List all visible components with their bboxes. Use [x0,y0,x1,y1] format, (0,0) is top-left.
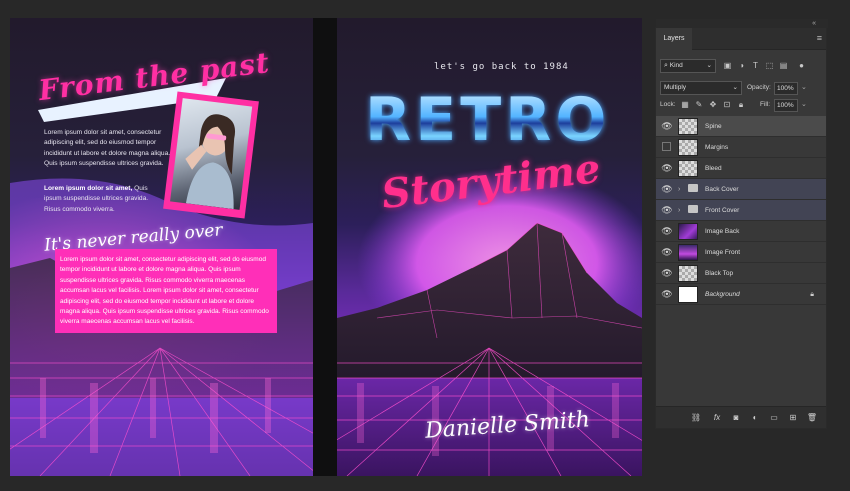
back-text-box: Lorem ipsum dolor sit amet, consectetur … [55,249,277,333]
photoshop-window: From the past Lorem ipsum dolor sit amet… [0,0,850,491]
layer-name: Image Back [705,228,740,235]
visibility-eye-icon[interactable]: 👁︎ [660,119,674,133]
layer-name: Background [705,291,740,298]
fx-icon[interactable]: fx [711,411,723,425]
layer-thumbnail [678,244,698,261]
layer-row-spine[interactable]: 👁︎ Spine [656,116,826,137]
visibility-eye-icon[interactable]: 👁︎ [660,182,674,196]
layers-bottom-toolbar: ⛓︎ fx ◙ ◐ ▭ ⊞ 🗑︎ [656,406,826,428]
visibility-eye-icon[interactable]: 👁︎ [660,287,674,301]
tab-layers[interactable]: Layers [656,28,692,50]
panel-menu-icon[interactable]: ≡ [817,33,822,43]
folder-icon [688,184,698,192]
document-canvas[interactable]: From the past Lorem ipsum dolor sit amet… [10,18,642,476]
filter-pixel-icon[interactable]: ▣ [722,59,733,72]
filter-type-icon[interactable]: T [750,59,761,72]
back-text-box-text: Lorem ipsum dolor sit amet, consectetur … [60,256,269,326]
front-title-retro: RETRO [365,85,611,155]
layer-thumbnail [678,139,698,156]
layer-lock-icon: 🔒︎ [810,291,814,298]
back-cover: From the past Lorem ipsum dolor sit amet… [10,18,313,476]
back-paragraph-1: Lorem ipsum dolor sit amet, consectetur … [44,129,171,168]
layer-row-black-top[interactable]: 👁︎ Black Top [656,263,826,284]
lock-move-icon[interactable]: ✥ [708,99,718,111]
spine [313,18,337,476]
layer-thumbnail [678,223,698,240]
expand-arrow-icon[interactable]: › [678,200,680,221]
folder-icon [688,205,698,213]
fill-input[interactable]: 100% [774,99,798,112]
fill-label: Fill: [760,101,771,108]
new-group-icon[interactable]: ▭ [768,411,780,425]
panel-tab-bar: Layers ≡ [656,28,826,50]
layer-name: Black Top [705,270,734,277]
fill-chevron-icon[interactable]: ⌄ [801,100,807,108]
layer-name: Front Cover [705,207,740,214]
link-layers-icon[interactable]: ⛓︎ [690,411,702,425]
layer-thumbnail [678,286,698,303]
collapse-panel-icon[interactable]: « [812,19,816,28]
add-mask-icon[interactable]: ◙ [730,411,742,425]
layer-row-image-front[interactable]: 👁︎ Image Front [656,242,826,263]
visibility-eye-icon[interactable]: 👁︎ [660,203,674,217]
new-layer-icon[interactable]: ⊞ [787,411,799,425]
blend-mode-select[interactable]: Multiply ⌄ [660,81,742,95]
expand-arrow-icon[interactable]: › [678,179,680,200]
layer-row-front-cover[interactable]: 👁︎ › Front Cover [656,200,826,221]
layer-thumbnail [678,118,698,135]
visibility-off-box[interactable] [662,142,671,151]
layer-thumbnail [678,160,698,177]
filter-kind-select[interactable]: ⌕ Kind ⌄ [660,59,716,73]
layer-name: Image Front [705,249,741,256]
opacity-label: Opacity: [747,84,771,91]
filter-kind-label: Kind [669,62,683,69]
chevron-down-icon: ⌄ [706,62,712,69]
back-photo-frame [163,91,259,219]
layer-thumbnail [678,265,698,282]
visibility-eye-icon[interactable]: 👁︎ [660,224,674,238]
opacity-chevron-icon[interactable]: ⌄ [801,83,807,91]
back-paragraph-2: Lorem ipsum dolor sit amet, Quis ipsum s… [44,184,166,215]
front-cover: let's go back to 1984 RETRO Storytime Da… [337,18,642,476]
lock-label: Lock: [660,101,676,108]
layer-row-margins[interactable]: Margins [656,137,826,158]
lock-artboard-icon[interactable]: ⊡ [722,99,732,111]
layers-panel: « Layers ≡ ⌕ Kind ⌄ ▣ ◑ T ⬚ ▤ ● Multiply… [655,19,828,429]
layer-row-bleed[interactable]: 👁︎ Bleed [656,158,826,179]
search-icon: ⌕ [664,62,668,69]
adjustment-layer-icon[interactable]: ◐ [749,411,761,425]
opacity-input[interactable]: 100% [774,82,798,95]
lock-brush-icon[interactable]: ✎ [694,99,704,111]
filter-adjustment-icon[interactable]: ◑ [736,59,747,72]
layer-name: Spine [705,123,722,130]
visibility-eye-icon[interactable]: 👁︎ [660,161,674,175]
filter-smart-object-icon[interactable]: ▤ [778,59,789,72]
woman-photo-image [185,114,235,210]
back-paragraph-2-bold: Lorem ipsum dolor sit amet, [44,185,133,192]
layer-name: Margins [705,144,729,151]
visibility-eye-icon[interactable]: 👁︎ [660,245,674,259]
layer-name: Bleed [705,165,722,172]
blend-mode-value: Multiply [664,84,687,91]
layer-row-background[interactable]: 👁︎ Background 🔒︎ [656,284,826,305]
filter-toggle-icon[interactable]: ● [796,59,807,72]
back-photo [170,98,253,210]
trash-icon[interactable]: 🗑︎ [806,411,818,425]
layer-name: Back Cover [705,186,739,193]
lock-all-icon[interactable]: 🔒︎ [736,99,746,111]
visibility-eye-icon[interactable]: 👁︎ [660,266,674,280]
front-tagline: let's go back to 1984 [434,62,569,72]
layer-row-image-back[interactable]: 👁︎ Image Back [656,221,826,242]
blend-chevron-down-icon: ⌄ [732,84,738,91]
panel-header-strip [656,19,828,28]
lock-transparent-icon[interactable]: ▦ [680,99,690,111]
layer-row-back-cover[interactable]: 👁︎ › Back Cover [656,179,826,200]
filter-shape-icon[interactable]: ⬚ [764,59,775,72]
